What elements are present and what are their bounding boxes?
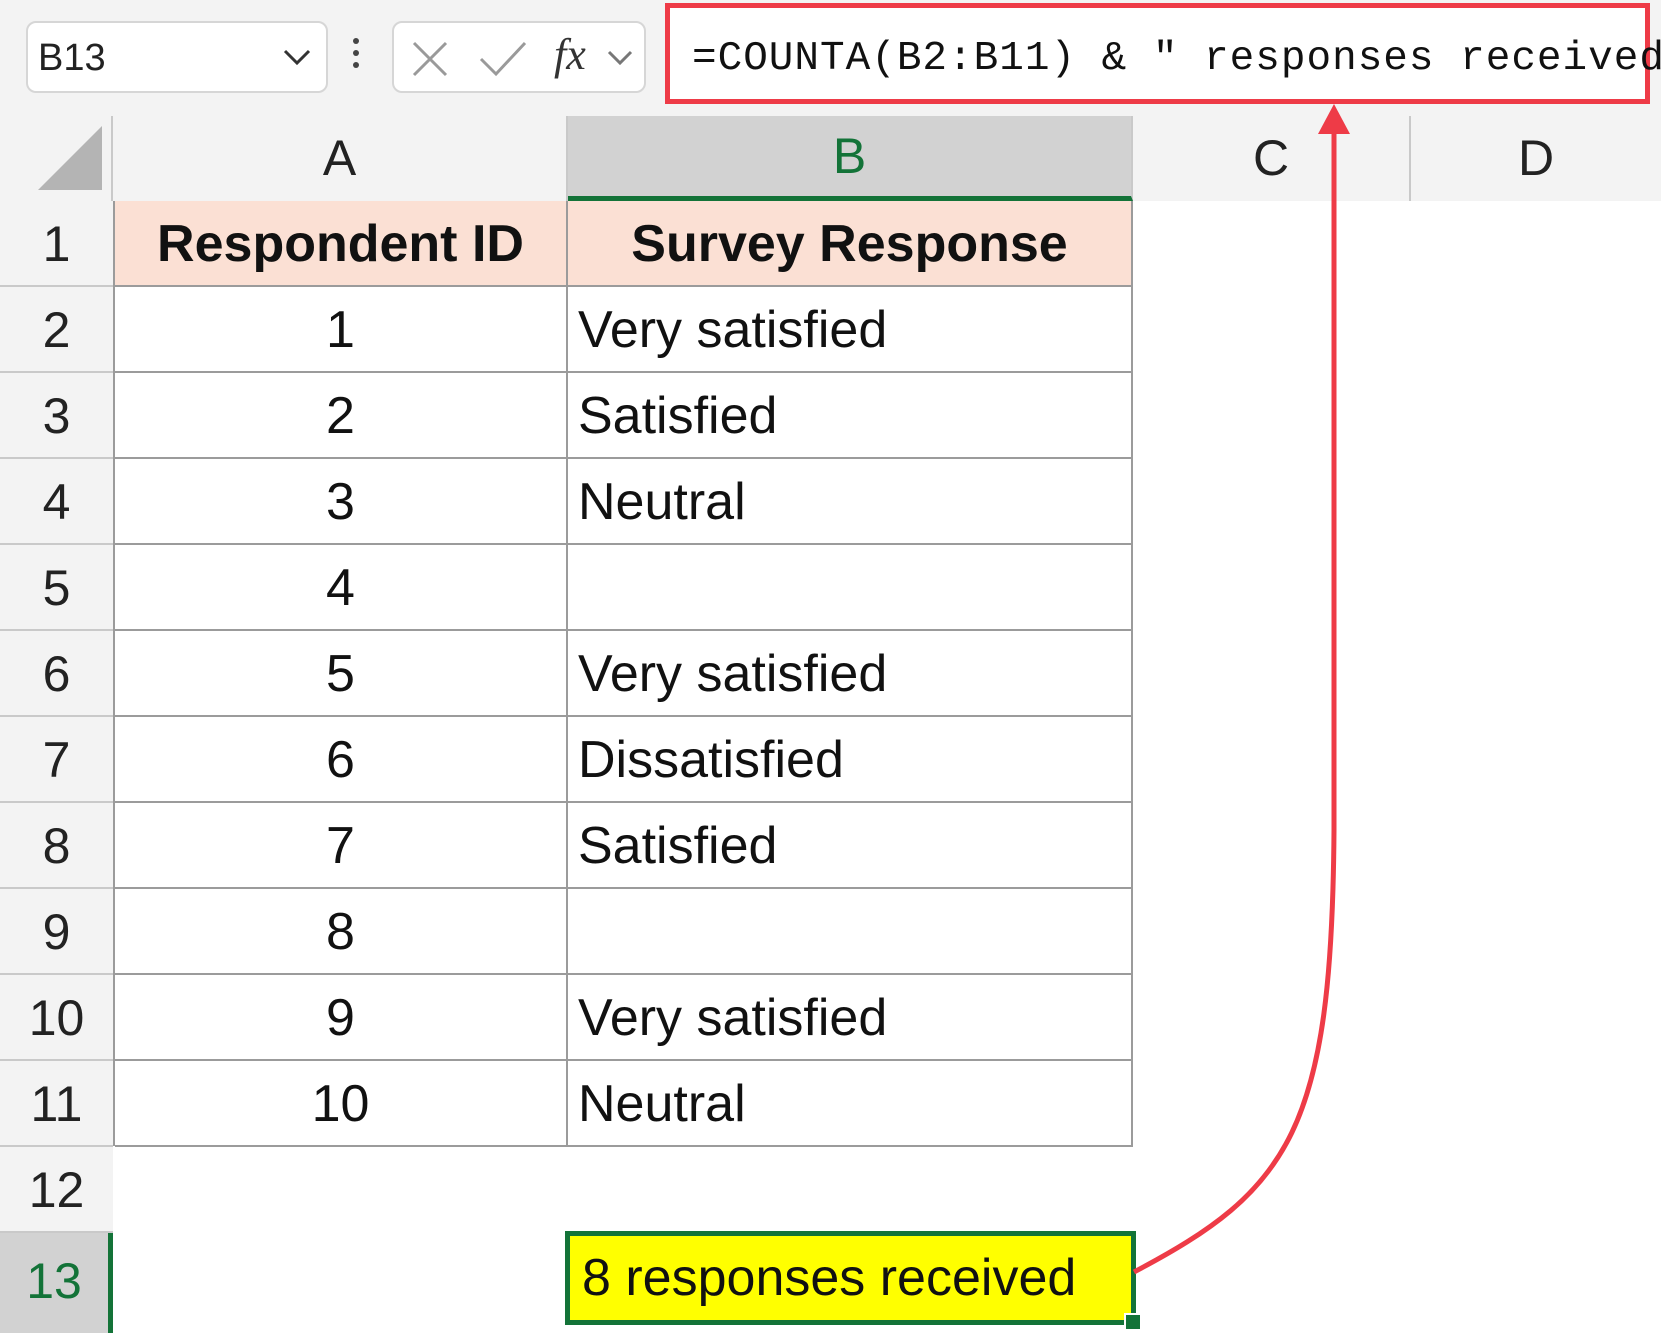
insert-function-icon[interactable]: fx bbox=[554, 29, 586, 80]
cell-a5[interactable]: 4 bbox=[115, 545, 568, 631]
row-header-10[interactable]: 10 bbox=[0, 975, 113, 1061]
select-all-corner[interactable] bbox=[0, 116, 113, 201]
column-header-b[interactable]: B bbox=[568, 116, 1133, 201]
cell-a6[interactable]: 5 bbox=[115, 631, 568, 717]
cell-a4[interactable]: 3 bbox=[115, 459, 568, 545]
cell-b3[interactable]: Satisfied bbox=[568, 373, 1133, 459]
cell-a11[interactable]: 10 bbox=[115, 1061, 568, 1147]
row-header-4[interactable]: 4 bbox=[0, 459, 113, 545]
formula-bar-area: B13 fx =COUNTA(B2:B11) & " responses rec… bbox=[0, 0, 1661, 116]
row-header-11[interactable]: 11 bbox=[0, 1061, 113, 1147]
cell-a3[interactable]: 2 bbox=[115, 373, 568, 459]
cell-a2[interactable]: 1 bbox=[115, 287, 568, 373]
formula-input[interactable]: =COUNTA(B2:B11) & " responses received" bbox=[665, 3, 1661, 104]
row-header-8[interactable]: 8 bbox=[0, 803, 113, 889]
header-survey-response[interactable]: Survey Response bbox=[568, 201, 1133, 287]
result-cell-b13[interactable]: 8 responses received bbox=[565, 1231, 1136, 1325]
chevron-down-icon[interactable] bbox=[606, 49, 634, 72]
row-header-3[interactable]: 3 bbox=[0, 373, 113, 459]
cell-a9[interactable]: 8 bbox=[115, 889, 568, 975]
name-box-value: B13 bbox=[38, 37, 106, 79]
fill-handle[interactable] bbox=[1124, 1313, 1142, 1331]
cell-a8[interactable]: 7 bbox=[115, 803, 568, 889]
cell-b2[interactable]: Very satisfied bbox=[568, 287, 1133, 373]
cell-b6[interactable]: Very satisfied bbox=[568, 631, 1133, 717]
column-header-d[interactable]: D bbox=[1411, 116, 1661, 201]
cell-b4[interactable]: Neutral bbox=[568, 459, 1133, 545]
header-respondent-id[interactable]: Respondent ID bbox=[115, 201, 568, 287]
column-header-a[interactable]: A bbox=[113, 116, 568, 201]
row-header-1[interactable]: 1 bbox=[0, 201, 113, 287]
cell-b5[interactable] bbox=[568, 545, 1133, 631]
cell-b9[interactable] bbox=[568, 889, 1133, 975]
cell-b10[interactable]: Very satisfied bbox=[568, 975, 1133, 1061]
row-header-9[interactable]: 9 bbox=[0, 889, 113, 975]
row-header-6[interactable]: 6 bbox=[0, 631, 113, 717]
name-box[interactable]: B13 bbox=[26, 21, 328, 93]
row-header-7[interactable]: 7 bbox=[0, 717, 113, 803]
row-header-12[interactable]: 12 bbox=[0, 1147, 113, 1233]
cell-b7[interactable]: Dissatisfied bbox=[568, 717, 1133, 803]
row-header-13[interactable]: 13 bbox=[0, 1233, 113, 1333]
cancel-icon[interactable] bbox=[410, 39, 450, 84]
cell-a7[interactable]: 6 bbox=[115, 717, 568, 803]
cell-a10[interactable]: 9 bbox=[115, 975, 568, 1061]
chevron-down-icon[interactable] bbox=[282, 47, 312, 72]
row-header-5[interactable]: 5 bbox=[0, 545, 113, 631]
more-options-icon[interactable] bbox=[353, 38, 359, 74]
cell-b11[interactable]: Neutral bbox=[568, 1061, 1133, 1147]
formula-controls: fx bbox=[392, 21, 646, 93]
check-icon[interactable] bbox=[478, 39, 528, 84]
column-header-c[interactable]: C bbox=[1133, 116, 1411, 201]
cell-b8[interactable]: Satisfied bbox=[568, 803, 1133, 889]
row-header-2[interactable]: 2 bbox=[0, 287, 113, 373]
formula-text: =COUNTA(B2:B11) & " responses received" bbox=[692, 36, 1661, 82]
